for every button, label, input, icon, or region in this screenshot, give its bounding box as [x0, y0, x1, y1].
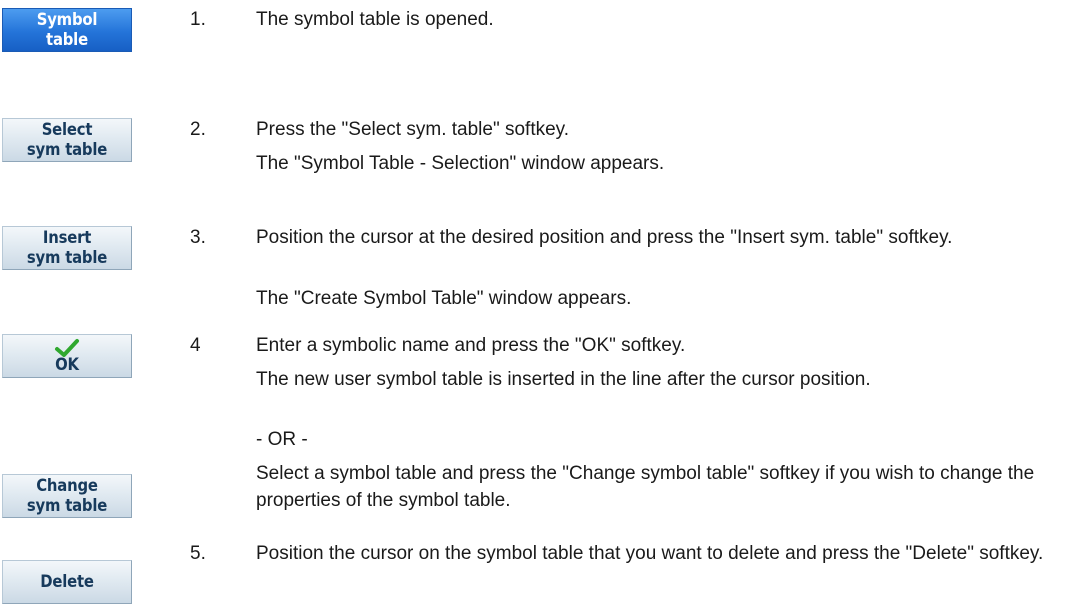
- or-separator: - OR -: [256, 429, 308, 450]
- softkey-label-line-2: sym table: [26, 248, 108, 267]
- softkey-label: OK: [55, 355, 79, 374]
- softkey-label-line-1: Symbol: [36, 10, 98, 29]
- step-number: 3.: [190, 227, 206, 248]
- insert-sym-table-softkey[interactable]: Insert sym table: [2, 226, 132, 270]
- softkey-label-line-1: Insert: [42, 228, 92, 247]
- step-text: Enter a symbolic name and press the "OK"…: [256, 335, 686, 356]
- step-alternative-text: Select a symbol table and press the "Cha…: [256, 463, 1035, 511]
- step-result-text: The "Create Symbol Table" window appears…: [256, 288, 632, 309]
- softkey-label-line-2: sym table: [26, 140, 108, 159]
- step-number: 1.: [190, 9, 206, 30]
- delete-softkey[interactable]: Delete: [2, 560, 132, 604]
- ok-softkey[interactable]: OK: [2, 334, 132, 378]
- change-sym-table-softkey[interactable]: Change sym table: [2, 474, 132, 518]
- step-number: 2.: [190, 119, 206, 140]
- softkey-label-line-2: sym table: [26, 496, 108, 515]
- symbol-table-softkey[interactable]: Symbol table: [2, 8, 132, 52]
- softkey-label: Delete: [40, 572, 94, 591]
- softkey-label-line-1: Select: [41, 120, 93, 139]
- select-sym-table-softkey[interactable]: Select sym table: [2, 118, 132, 162]
- step-text: Press the "Select sym. table" softkey.: [256, 119, 570, 140]
- step-text: Position the cursor on the symbol table …: [256, 543, 1044, 564]
- step-text: The symbol table is opened.: [256, 9, 494, 30]
- step-number: 5.: [190, 543, 206, 564]
- step-text: Position the cursor at the desired posit…: [256, 227, 953, 248]
- step-result-text: The new user symbol table is inserted in…: [256, 369, 871, 390]
- step-number: 4: [190, 335, 201, 356]
- softkey-label-line-1: Change: [36, 476, 98, 495]
- softkey-label-line-2: table: [46, 30, 88, 49]
- step-result-text: The "Symbol Table - Selection" window ap…: [256, 153, 665, 174]
